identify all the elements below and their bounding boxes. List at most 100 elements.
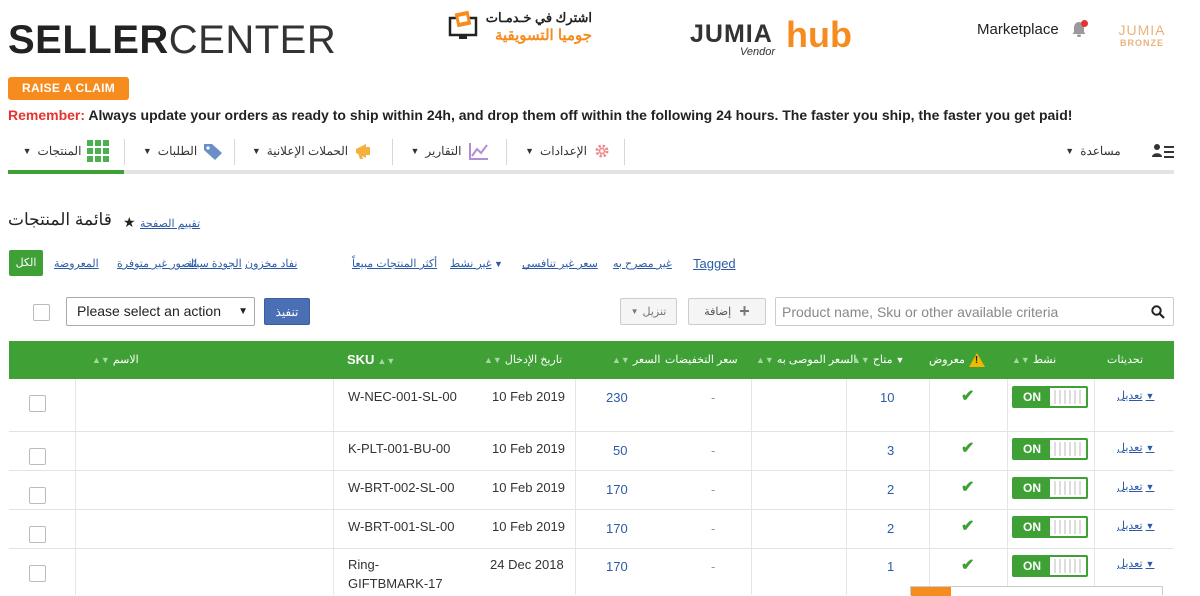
search-icon[interactable]	[1151, 305, 1165, 319]
filter-tagged[interactable]: Tagged	[693, 256, 736, 271]
edit-menu[interactable]: تعديل ▼	[1117, 557, 1154, 570]
col-name[interactable]: ▲▼ الاسم	[89, 341, 139, 379]
chevron-down-icon: ▼	[1145, 391, 1155, 401]
search-input[interactable]	[776, 298, 1136, 325]
marketplace-selector[interactable]: Marketplace	[977, 21, 1059, 38]
chevron-down-icon: ▼	[525, 146, 534, 156]
col-price[interactable]: ▲▼ السعر	[609, 341, 660, 379]
chevron-down-icon: ▼	[1145, 559, 1155, 569]
marketing-promo-banner[interactable]: اشترك في خـدمـات جوميا التسويقية	[447, 8, 592, 44]
chevron-down-icon: ▼	[1145, 482, 1155, 492]
nav-orders[interactable]: الطلبات ▼	[138, 132, 228, 170]
gear-icon	[595, 144, 609, 158]
col-available[interactable]: ▲▼ متاح ▼	[849, 341, 907, 379]
price[interactable]: 50	[613, 443, 627, 458]
col-sale-price[interactable]: سعر التخفيضات	[665, 341, 738, 379]
col-created[interactable]: ▲▼ تاريخ الإدخال	[481, 341, 562, 379]
chevron-down-icon: ▼	[1065, 146, 1075, 156]
filter-bestsellers[interactable]: أكثر المنتجات مبيعاً	[352, 257, 437, 270]
chevron-down-icon: ▼	[142, 146, 152, 156]
nav-divider	[624, 139, 625, 165]
created-date: 24 Dec 2018	[490, 557, 564, 572]
product-table: W-NEC-001-SL-00 10 Feb 2019 230 - 10 ✔ O…	[9, 379, 1174, 595]
quantity[interactable]: 3	[887, 443, 894, 458]
table-header: ▲▼ الاسم SKU ▲▼ ▲▼ تاريخ الإدخال ▲▼ السعر سع…	[9, 341, 1174, 379]
table-row[interactable]: K-PLT-001-BU-00 10 Feb 2019 50 - 3 ✔ ON …	[9, 432, 1174, 471]
row-checkbox[interactable]	[29, 448, 46, 465]
chevron-down-icon: ▼	[251, 146, 261, 156]
nav-campaigns[interactable]: الحملات الإعلانية ▼	[248, 132, 380, 170]
megaphone-icon	[356, 144, 371, 159]
price[interactable]: 170	[606, 482, 628, 497]
col-visible[interactable]: معروض	[929, 341, 985, 379]
active-toggle[interactable]: ON	[1012, 555, 1088, 577]
row-checkbox[interactable]	[29, 565, 46, 582]
created-date: 10 Feb 2019	[492, 519, 566, 534]
add-product-button[interactable]: إضافة +	[688, 298, 766, 325]
promo-bag-icon	[448, 10, 478, 39]
chevron-down-icon: ▼	[1145, 521, 1155, 531]
nav-help[interactable]: مساعدة ▼	[1063, 132, 1123, 170]
filter-uncompetitive-price[interactable]: سعر غير تنافسي	[522, 257, 598, 270]
nav-divider	[392, 139, 393, 165]
active-toggle[interactable]: ON	[1012, 386, 1088, 408]
active-toggle[interactable]: ON	[1012, 516, 1088, 538]
col-active[interactable]: ▲▼ نشط	[1009, 341, 1056, 379]
quantity[interactable]: 1	[887, 559, 894, 574]
quantity[interactable]: 2	[887, 482, 894, 497]
notification-dot	[1081, 20, 1088, 27]
warning-icon	[968, 353, 985, 368]
row-checkbox[interactable]	[29, 526, 46, 543]
sku: K-PLT-001-BU-00	[348, 441, 451, 456]
nav-products[interactable]: المنتجات ▼	[8, 132, 124, 174]
nav-reports[interactable]: التقارير ▼	[406, 132, 494, 170]
filter-all[interactable]: الكل	[9, 250, 43, 276]
chat-popup[interactable]	[910, 586, 1163, 596]
export-button[interactable]: ▼ تنزيل	[620, 298, 677, 325]
table-row[interactable]: W-NEC-001-SL-00 10 Feb 2019 230 - 10 ✔ O…	[9, 379, 1174, 432]
chevron-down-icon: ▼	[1145, 443, 1155, 453]
user-list-icon[interactable]	[1152, 142, 1174, 160]
price[interactable]: 170	[606, 559, 628, 574]
filter-poor-quality[interactable]: الجودة سيئة	[187, 257, 242, 270]
table-row[interactable]: W-BRT-001-SL-00 10 Feb 2019 170 - 2 ✔ ON…	[9, 510, 1174, 549]
filter-inactive[interactable]: غير نشط	[450, 257, 492, 270]
filter-visible[interactable]: المعروضة	[54, 257, 99, 270]
check-icon: ✔	[961, 479, 975, 496]
nav-settings[interactable]: الإعدادات ▼	[518, 132, 618, 170]
bulk-action-select[interactable]: Please select an action ▼	[66, 297, 255, 326]
chevron-down-icon: ▼	[630, 307, 639, 316]
price[interactable]: 170	[606, 521, 628, 536]
seller-center-logo[interactable]: SELLERCENTER	[8, 20, 336, 60]
row-checkbox[interactable]	[29, 395, 46, 412]
sku-line-1: Ring-	[348, 557, 380, 572]
edit-menu[interactable]: تعديل ▼	[1117, 389, 1154, 402]
edit-menu[interactable]: تعديل ▼	[1117, 480, 1154, 493]
edit-menu[interactable]: تعديل ▼	[1117, 441, 1154, 454]
nav-divider	[124, 139, 125, 165]
col-rrp[interactable]: ▲▼ السعر الموصى به	[753, 341, 856, 379]
edit-menu[interactable]: تعديل ▼	[1117, 519, 1154, 532]
select-all-checkbox[interactable]	[33, 304, 50, 321]
rate-page-link[interactable]: تقييم الصفحة	[140, 217, 200, 230]
main-nav: المنتجات ▼ الطلبات ▼ الحملات الإعلانية ▼…	[8, 132, 1174, 174]
active-toggle[interactable]: ON	[1012, 438, 1088, 460]
star-icon: ★	[123, 214, 136, 230]
filter-missing-images[interactable]: الصور غير متوفرة	[117, 257, 197, 270]
check-icon: ✔	[961, 557, 975, 574]
filter-out-of-stock[interactable]: نفاد مخزون	[245, 257, 297, 270]
table-row[interactable]: W-BRT-002-SL-00 10 Feb 2019 170 - 2 ✔ ON…	[9, 471, 1174, 510]
quantity[interactable]: 2	[887, 521, 894, 536]
raise-claim-button[interactable]: RAISE A CLAIM	[8, 77, 129, 100]
active-toggle[interactable]: ON	[1012, 477, 1088, 499]
chevron-down-icon[interactable]: ▼	[494, 259, 503, 269]
run-action-button[interactable]: تنفيذ	[264, 298, 310, 325]
row-checkbox[interactable]	[29, 487, 46, 504]
price[interactable]: 230	[606, 390, 628, 405]
sale-price: -	[711, 390, 716, 405]
sale-price: -	[711, 482, 716, 497]
col-sku[interactable]: SKU ▲▼	[347, 341, 398, 379]
quantity[interactable]: 10	[880, 390, 894, 405]
filter-unauthorized[interactable]: غير مصرح به	[613, 257, 672, 270]
sku: W-BRT-002-SL-00	[348, 480, 455, 495]
